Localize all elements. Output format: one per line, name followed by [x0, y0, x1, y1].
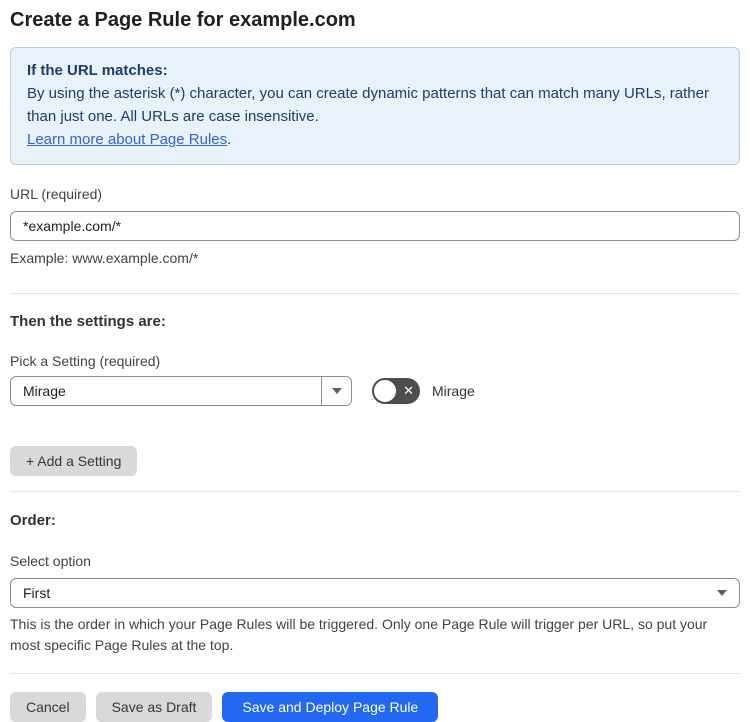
learn-more-link[interactable]: Learn more about Page Rules: [27, 131, 227, 148]
toggle-off-x-icon: ✕: [403, 383, 414, 398]
order-helper-text: This is the order in which your Page Rul…: [10, 616, 708, 653]
url-field-label: URL (required): [10, 186, 103, 202]
divider: [10, 293, 740, 294]
setting-select-arrow-button[interactable]: [321, 377, 351, 405]
order-section-heading: Order:: [10, 512, 56, 529]
order-select[interactable]: First: [10, 578, 740, 608]
save-and-deploy-button[interactable]: Save and Deploy Page Rule: [222, 692, 439, 722]
info-link-line: Learn more about Page Rules.: [27, 128, 723, 151]
add-setting-button[interactable]: + Add a Setting: [10, 446, 138, 476]
chevron-down-icon: [331, 388, 342, 394]
mirage-toggle[interactable]: ✕: [372, 378, 420, 404]
footer-button-row: Cancel Save as Draft Save and Deploy Pag…: [10, 692, 740, 722]
page-title: Create a Page Rule for example.com: [10, 9, 356, 31]
setting-select-value: Mirage: [23, 383, 66, 399]
toggle-knob: [374, 380, 396, 402]
order-select-value: First: [23, 585, 51, 601]
order-select-label: Select option: [10, 553, 91, 569]
pick-setting-label: Pick a Setting (required): [10, 353, 161, 369]
info-heading: If the URL matches:: [27, 62, 168, 79]
toggle-label: Mirage: [432, 383, 475, 399]
url-example-helper: Example: www.example.com/*: [10, 250, 199, 266]
divider: [10, 673, 740, 674]
setting-select[interactable]: Mirage: [10, 376, 352, 406]
settings-section-heading: Then the settings are:: [10, 313, 166, 330]
chevron-down-icon: [717, 590, 739, 596]
divider: [10, 491, 740, 492]
save-as-draft-button[interactable]: Save as Draft: [95, 692, 213, 722]
info-body-text: By using the asterisk (*) character, you…: [27, 85, 709, 125]
url-input[interactable]: [10, 211, 740, 241]
setting-row: Mirage ✕ Mirage: [10, 376, 740, 406]
link-period: .: [227, 131, 232, 148]
cancel-button[interactable]: Cancel: [10, 692, 86, 722]
url-match-info-callout: If the URL matches: By using the asteris…: [10, 47, 740, 165]
